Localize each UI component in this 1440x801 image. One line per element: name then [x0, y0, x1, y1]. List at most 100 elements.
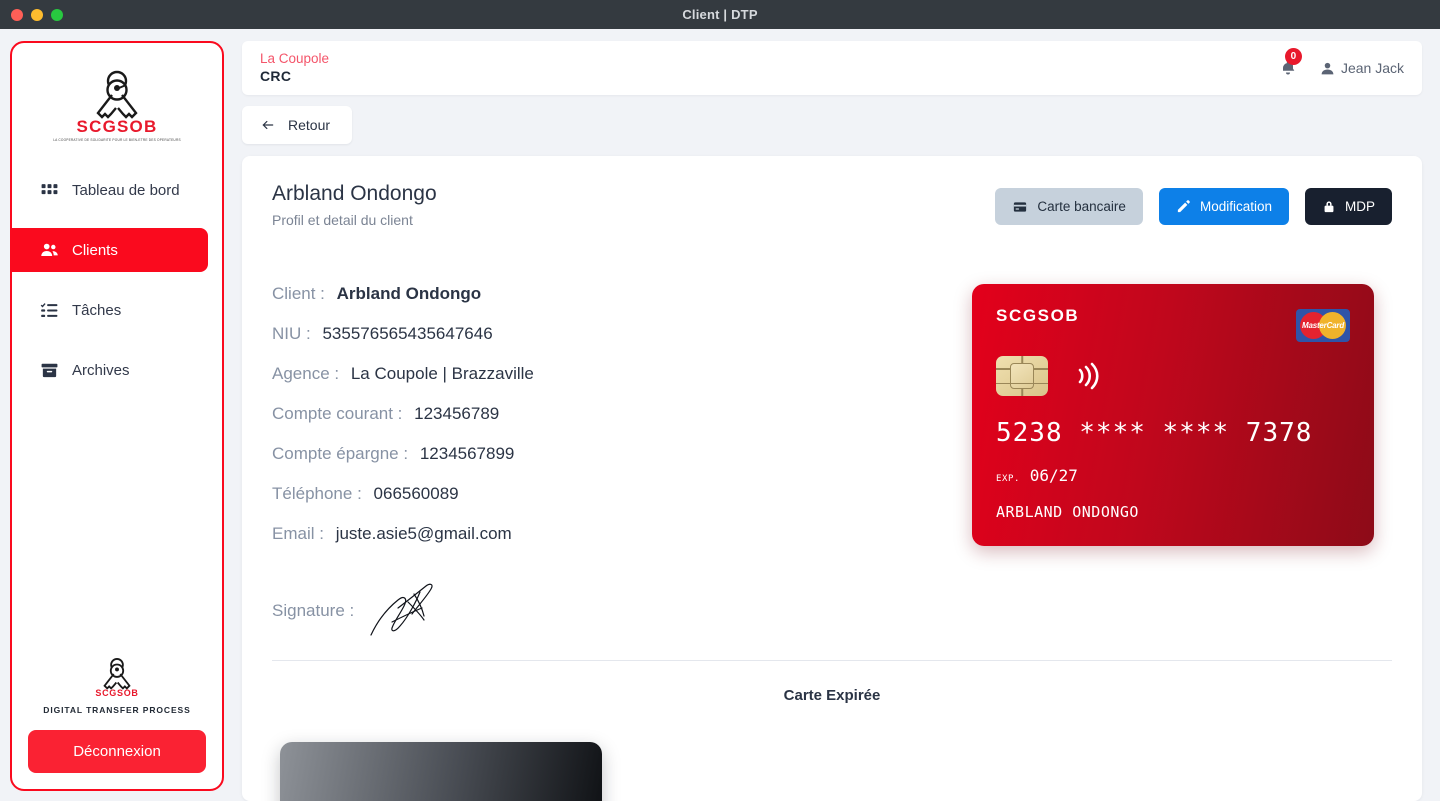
bank-card-expiry-label: EXP.	[996, 474, 1021, 484]
window-titlebar: Client | DTP	[0, 0, 1440, 29]
people-icon	[41, 243, 58, 256]
client-detail-card: Arbland Ondongo Profil et detail du clie…	[242, 156, 1422, 801]
modification-button[interactable]: Modification	[1158, 188, 1289, 225]
bank-card-holder: ARBLAND ONDONGO	[996, 503, 1139, 521]
sidebar-footer: SCGSOB DIGITAL TRANSFER PROCESS Déconnex…	[12, 657, 222, 773]
emv-chip-icon	[996, 356, 1048, 396]
grid-icon	[41, 183, 58, 194]
mastercard-wordmark: MasterCard	[1301, 321, 1345, 330]
window-title: Client | DTP	[682, 7, 758, 22]
detail-row: Agence : La Coupole | Brazzaville	[272, 364, 952, 384]
emv-chip-bottom-line	[1021, 389, 1023, 396]
agency-name: La Coupole	[260, 51, 330, 67]
detail-row: Compte courant : 123456789	[272, 404, 952, 424]
mdp-button[interactable]: MDP	[1305, 188, 1392, 225]
detail-value: Arbland Ondongo	[336, 284, 482, 303]
lock-icon	[1324, 201, 1334, 213]
carte-bancaire-button[interactable]: Carte bancaire	[995, 188, 1143, 225]
action-buttons: Carte bancaire Modification MDP	[995, 182, 1392, 225]
bank-card: SCGSOB MasterCard 5238 **** **** 7378 EX…	[972, 284, 1374, 546]
detail-row: Compte épargne : 1234567899	[272, 444, 952, 464]
back-button-label: Retour	[288, 117, 331, 133]
arrow-left-icon	[262, 120, 274, 130]
mastercard-circles: MasterCard	[1300, 312, 1346, 339]
sidebar-item-archives[interactable]: Archives	[12, 348, 208, 392]
emv-chip-top-line	[1021, 356, 1023, 363]
detail-label: Compte épargne :	[272, 444, 409, 463]
card-header: Arbland Ondongo Profil et detail du clie…	[272, 182, 1392, 228]
expired-section-title: Carte Expirée	[783, 687, 881, 704]
detail-value: La Coupole | Brazzaville	[350, 364, 534, 383]
contactless-icon	[1078, 362, 1099, 390]
sidebar-item-label: Tâches	[72, 301, 122, 319]
user-avatar-icon	[1321, 62, 1334, 74]
bank-card-number: 5238 **** **** 7378	[996, 418, 1313, 448]
sidebar-brand: SCGSOB LA COOPERATIVE DE SOLIDARITE POUR…	[12, 61, 222, 168]
detail-label: Agence :	[272, 364, 340, 383]
agency-info: La Coupole CRC	[260, 51, 329, 85]
topbar-right: 0 Jean Jack	[1278, 48, 1404, 80]
detail-value: 1234567899	[419, 444, 515, 463]
sidebar-item-taches[interactable]: Tâches	[12, 288, 208, 332]
back-button[interactable]: Retour	[242, 106, 353, 144]
detail-row: Email : juste.asie5@gmail.com	[272, 524, 952, 544]
bank-card-expiry-value: 06/27	[1029, 466, 1078, 485]
detail-label: Client :	[272, 284, 325, 303]
sidebar: SCGSOB LA COOPERATIVE DE SOLIDARITE POUR…	[0, 29, 234, 801]
user-menu[interactable]: Jean Jack	[1320, 60, 1404, 76]
sidebar-panel: SCGSOB LA COOPERATIVE DE SOLIDARITE POUR…	[10, 41, 224, 791]
expired-bank-card	[280, 742, 602, 801]
main-area: La Coupole CRC 0 Jean Jack Retour Arblan…	[234, 29, 1440, 801]
sidebar-item-label: Archives	[72, 361, 130, 379]
signature-label: Signature :	[272, 601, 355, 620]
detail-value: 123456789	[414, 404, 500, 423]
client-body: Client : Arbland Ondongo NIU : 535576565…	[272, 284, 1392, 642]
detail-value: 535576565435647646	[322, 324, 493, 343]
sidebar-item-clients[interactable]: Clients	[12, 228, 208, 272]
archive-icon	[41, 363, 58, 377]
detail-row: Client : Arbland Ondongo	[272, 284, 952, 304]
sidebar-nav: Tableau de bord Clients Tâches Archives	[12, 168, 222, 408]
detail-value: 066560089	[373, 484, 459, 503]
sidebar-item-tableau-de-bord[interactable]: Tableau de bord	[12, 168, 208, 212]
app-shell: SCGSOB LA COOPERATIVE DE SOLIDARITE POUR…	[0, 29, 1440, 801]
detail-value: juste.asie5@gmail.com	[335, 524, 512, 543]
pencil-icon	[1177, 200, 1190, 213]
page-subtitle: Profil et detail du client	[272, 212, 413, 228]
mastercard-logo-icon: MasterCard	[1296, 309, 1350, 342]
detail-label: Email :	[272, 524, 324, 543]
sidebar-brand-word: SCGSOB	[76, 117, 158, 136]
credit-card-icon	[1014, 201, 1027, 212]
action-label: Modification	[1199, 199, 1272, 214]
agency-code: CRC	[260, 67, 292, 84]
sidebar-brand-subtitle: LA COOPERATIVE DE SOLIDARITE POUR LE BIE…	[53, 138, 181, 142]
keys-logo-icon	[96, 70, 138, 119]
page-heading-group: Arbland Ondongo Profil et detail du clie…	[272, 182, 437, 228]
detail-label: Téléphone :	[272, 484, 362, 503]
detail-row: NIU : 535576565435647646	[272, 324, 952, 344]
signature-row: Signature :	[272, 580, 952, 642]
bank-card-expiry: EXP. 06/27	[996, 466, 1350, 485]
detail-label: Compte courant :	[272, 404, 403, 423]
detail-row: Téléphone : 066560089	[272, 484, 952, 504]
task-list-icon	[40, 302, 58, 317]
bank-card-chip-row	[996, 356, 1350, 396]
emv-chip-center	[1010, 363, 1034, 389]
handwritten-signature-image	[370, 583, 433, 636]
sidebar-item-label: Clients	[72, 241, 118, 259]
action-label: Carte bancaire	[1037, 199, 1126, 214]
notification-badge: 0	[1284, 48, 1302, 65]
keys-logo-footer-icon	[103, 658, 131, 690]
notifications-button[interactable]: 0	[1278, 48, 1302, 80]
client-details-list: Client : Arbland Ondongo NIU : 535576565…	[272, 284, 952, 642]
section-divider	[272, 660, 1392, 661]
user-name: Jean Jack	[1340, 60, 1404, 76]
action-label: MDP	[1345, 199, 1375, 214]
logout-button[interactable]: Déconnexion	[28, 730, 206, 773]
detail-label: NIU :	[272, 324, 311, 343]
sidebar-footer-tagline: DIGITAL TRANSFER PROCESS	[43, 705, 191, 715]
sidebar-footer-brand: SCGSOB	[95, 688, 139, 698]
topbar: La Coupole CRC 0 Jean Jack	[242, 41, 1422, 95]
toolbar: Retour	[234, 95, 1430, 144]
page-title: Arbland Ondongo	[272, 182, 437, 205]
